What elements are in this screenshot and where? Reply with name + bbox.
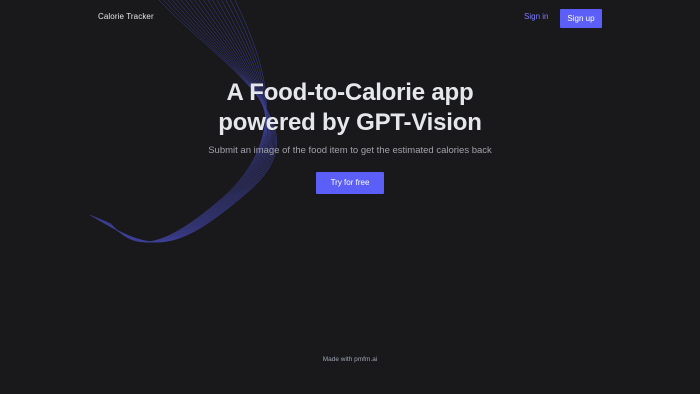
sign-in-link[interactable]: Sign in [524, 12, 548, 21]
try-for-free-button[interactable]: Try for free [316, 172, 384, 194]
footer-credit: Made with pmfm.ai [322, 356, 378, 363]
background-wave-lines [89, 0, 277, 243]
hero-title-line-2: powered by GPT-Vision [218, 109, 482, 136]
hero-title: A Food-to-Calorie app powered by GPT-Vis… [150, 78, 550, 138]
hero-title-line-1: A Food-to-Calorie app [226, 79, 474, 106]
brand-logo-text[interactable]: Calorie Tracker [98, 12, 154, 21]
landing-page: Calorie Tracker Sign in Sign up A Food-t… [0, 0, 700, 394]
sign-up-button[interactable]: Sign up [560, 9, 602, 28]
hero-subtitle: Submit an image of the food item to get … [208, 145, 492, 156]
